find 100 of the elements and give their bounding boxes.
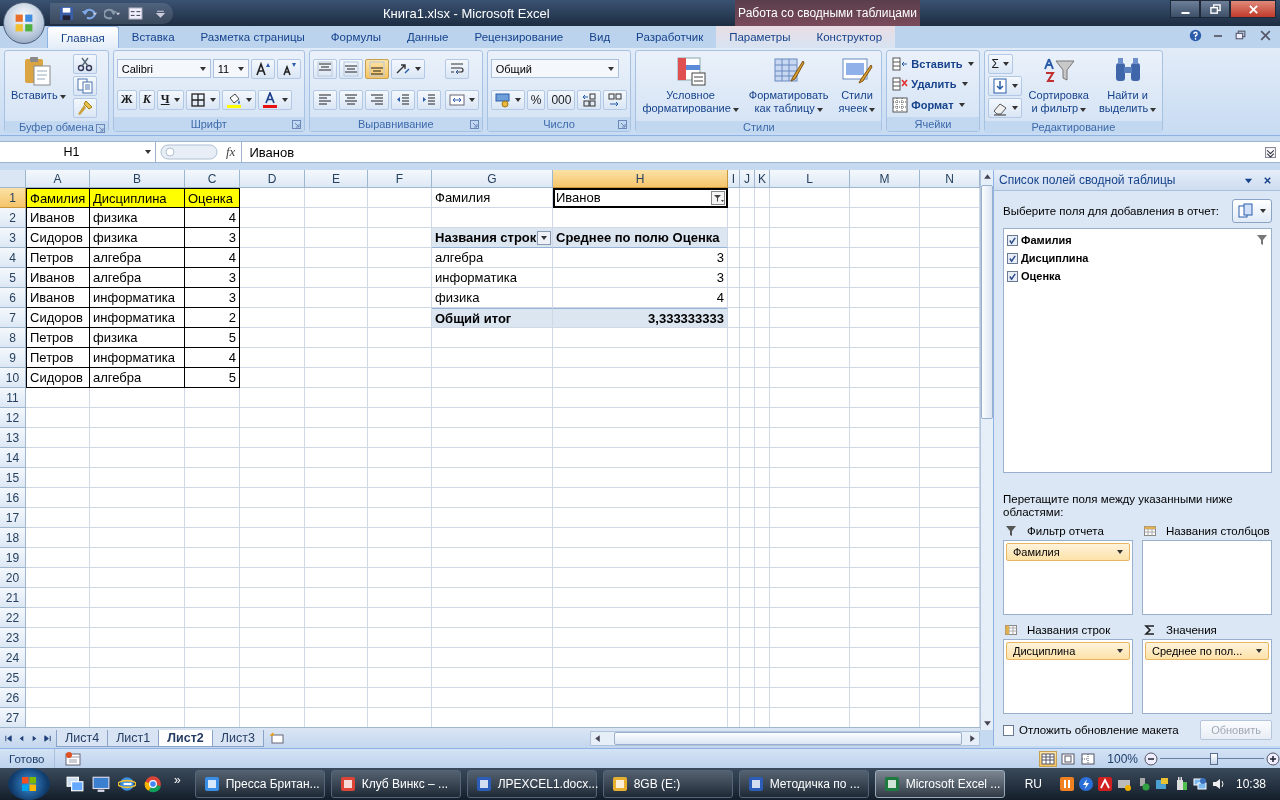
launcher-icon[interactable] bbox=[95, 124, 105, 134]
table-cell[interactable]: физика bbox=[90, 208, 185, 229]
column-header[interactable]: A bbox=[26, 170, 90, 189]
name-box[interactable]: H1 bbox=[0, 142, 156, 163]
save-icon[interactable] bbox=[58, 5, 75, 21]
ribbon-button[interactable] bbox=[390, 58, 425, 79]
first-sheet-icon[interactable] bbox=[4, 733, 13, 743]
filter-icon[interactable] bbox=[711, 190, 725, 205]
ribbon-button[interactable]: Ч bbox=[156, 89, 184, 110]
customize-caret-icon[interactable] bbox=[156, 8, 165, 18]
row-header[interactable]: 7 bbox=[0, 308, 26, 329]
close-icon[interactable] bbox=[1259, 29, 1272, 43]
ribbon-button[interactable]: Стили ячеек bbox=[835, 53, 879, 120]
row-header[interactable]: 2 bbox=[0, 208, 26, 229]
table-cell[interactable]: алгебра bbox=[90, 268, 185, 289]
checkbox-label[interactable]: Отложить обновление макета bbox=[1019, 724, 1196, 737]
ribbon-dropdown[interactable]: Calibri bbox=[116, 59, 211, 79]
row-header[interactable]: 18 bbox=[0, 528, 26, 549]
drop-area[interactable]: Среднее по пол... bbox=[1142, 639, 1272, 715]
form-icon[interactable] bbox=[127, 5, 144, 21]
table-cell[interactable]: Фамилия bbox=[26, 188, 90, 209]
ribbon-button[interactable]: Вставить bbox=[890, 53, 976, 74]
ribbon-tab[interactable]: Данные bbox=[393, 26, 462, 49]
ribbon-button[interactable]: Формат bbox=[890, 94, 967, 115]
ribbon-tab[interactable]: Разметка страницы bbox=[187, 26, 318, 49]
macro-record-icon[interactable] bbox=[64, 750, 81, 767]
taskbar-button[interactable]: ЛРEXCEL1.docx... bbox=[466, 770, 597, 798]
column-header[interactable]: I bbox=[728, 170, 740, 189]
zoom-level[interactable]: 100% bbox=[1107, 751, 1138, 766]
table-cell[interactable]: Петров bbox=[26, 348, 90, 369]
ribbon-button[interactable] bbox=[987, 76, 1022, 97]
more-button[interactable]: » bbox=[174, 773, 181, 787]
table-cell[interactable]: алгебра bbox=[90, 248, 185, 269]
speaker-icon[interactable] bbox=[1211, 777, 1226, 791]
checkbox[interactable] bbox=[1003, 724, 1014, 736]
zoom-in-icon[interactable] bbox=[1266, 751, 1280, 766]
formula-field[interactable]: Иванов bbox=[241, 142, 1261, 163]
office-button[interactable] bbox=[3, 2, 45, 44]
table-cell[interactable]: Оценка bbox=[185, 188, 240, 209]
ribbon-tab[interactable]: Разработчик bbox=[623, 26, 717, 49]
table-cell[interactable]: 2 bbox=[185, 308, 240, 329]
view-button[interactable] bbox=[1059, 750, 1078, 767]
column-header[interactable]: J bbox=[740, 170, 755, 189]
scroll-right-icon[interactable] bbox=[968, 733, 977, 743]
pause-icon[interactable] bbox=[1059, 777, 1074, 791]
expand-icon[interactable] bbox=[1265, 146, 1276, 158]
row-header[interactable]: 27 bbox=[0, 708, 26, 728]
row-header[interactable]: 23 bbox=[0, 628, 26, 649]
help-icon[interactable] bbox=[1189, 29, 1202, 43]
table-cell[interactable]: информатика bbox=[90, 348, 185, 369]
column-header[interactable]: E bbox=[305, 170, 368, 189]
ribbon-tab[interactable]: Вставка bbox=[118, 26, 188, 49]
sheet-tab[interactable]: Лист2 bbox=[158, 729, 213, 747]
row-header[interactable]: 4 bbox=[0, 248, 26, 269]
drop-area[interactable]: Дисциплина bbox=[1003, 639, 1133, 715]
column-header[interactable]: C bbox=[185, 170, 240, 189]
row-header[interactable]: 25 bbox=[0, 668, 26, 689]
ribbon-button[interactable] bbox=[72, 54, 97, 75]
row-header[interactable]: 9 bbox=[0, 348, 26, 369]
table-cell[interactable]: Среднее по полю Оценка bbox=[553, 228, 728, 249]
ribbon-button[interactable]: К bbox=[138, 89, 155, 110]
taskbar-button[interactable]: Клуб Винкс – ... bbox=[330, 770, 461, 798]
row-header[interactable]: 15 bbox=[0, 468, 26, 489]
browser-icon[interactable] bbox=[144, 775, 162, 793]
start-button[interactable] bbox=[8, 768, 50, 800]
restore-button[interactable] bbox=[1200, 0, 1230, 18]
column-header[interactable]: M bbox=[850, 170, 920, 189]
ribbon-dropdown[interactable]: 11 bbox=[212, 59, 249, 79]
row-header[interactable]: 8 bbox=[0, 328, 26, 349]
row-header[interactable]: 24 bbox=[0, 648, 26, 669]
row-header[interactable]: 1 bbox=[0, 188, 26, 209]
table-cell[interactable]: 3 bbox=[185, 228, 240, 249]
row-header[interactable]: 5 bbox=[0, 268, 26, 289]
ribbon-button[interactable]: Сортировка и фильтр bbox=[1025, 53, 1092, 120]
ribbon-button[interactable]: Вставить bbox=[8, 53, 69, 120]
minimize-button[interactable] bbox=[1170, 0, 1200, 18]
scroll-down-icon[interactable] bbox=[982, 719, 992, 729]
table-cell[interactable]: физика bbox=[90, 228, 185, 249]
sheet-tab[interactable]: Лист4 bbox=[56, 729, 109, 747]
ribbon-button[interactable]: Условное форматирование bbox=[639, 53, 742, 120]
scroll-left-icon[interactable] bbox=[593, 733, 602, 743]
close-button[interactable] bbox=[1230, 0, 1276, 18]
checkbox[interactable] bbox=[1007, 234, 1018, 246]
table-cell[interactable]: 3,333333333 bbox=[553, 308, 728, 329]
ribbon-button[interactable] bbox=[257, 89, 292, 110]
row-header[interactable]: 6 bbox=[0, 288, 26, 309]
table-cell[interactable]: алгебра bbox=[90, 368, 185, 389]
table-cell[interactable]: Общий итог bbox=[432, 308, 553, 329]
ribbon-tab[interactable]: Формулы bbox=[317, 26, 394, 49]
scroll-up-icon[interactable] bbox=[982, 172, 992, 182]
field-chip[interactable]: Фамилия bbox=[1006, 543, 1130, 562]
field-chip[interactable]: Среднее по пол... bbox=[1145, 642, 1269, 661]
new-sheet-icon[interactable] bbox=[268, 731, 285, 746]
table-cell[interactable]: Иванов bbox=[26, 288, 90, 309]
taskbar-button[interactable]: Методичка по ... bbox=[738, 770, 869, 798]
ribbon-tab[interactable]: Главная bbox=[47, 26, 119, 49]
column-header[interactable]: H bbox=[553, 170, 728, 189]
ribbon-button[interactable]: Ж bbox=[116, 89, 137, 110]
layout-button[interactable] bbox=[1232, 199, 1272, 224]
ribbon-button[interactable]: Найти и выделить bbox=[1096, 53, 1160, 120]
